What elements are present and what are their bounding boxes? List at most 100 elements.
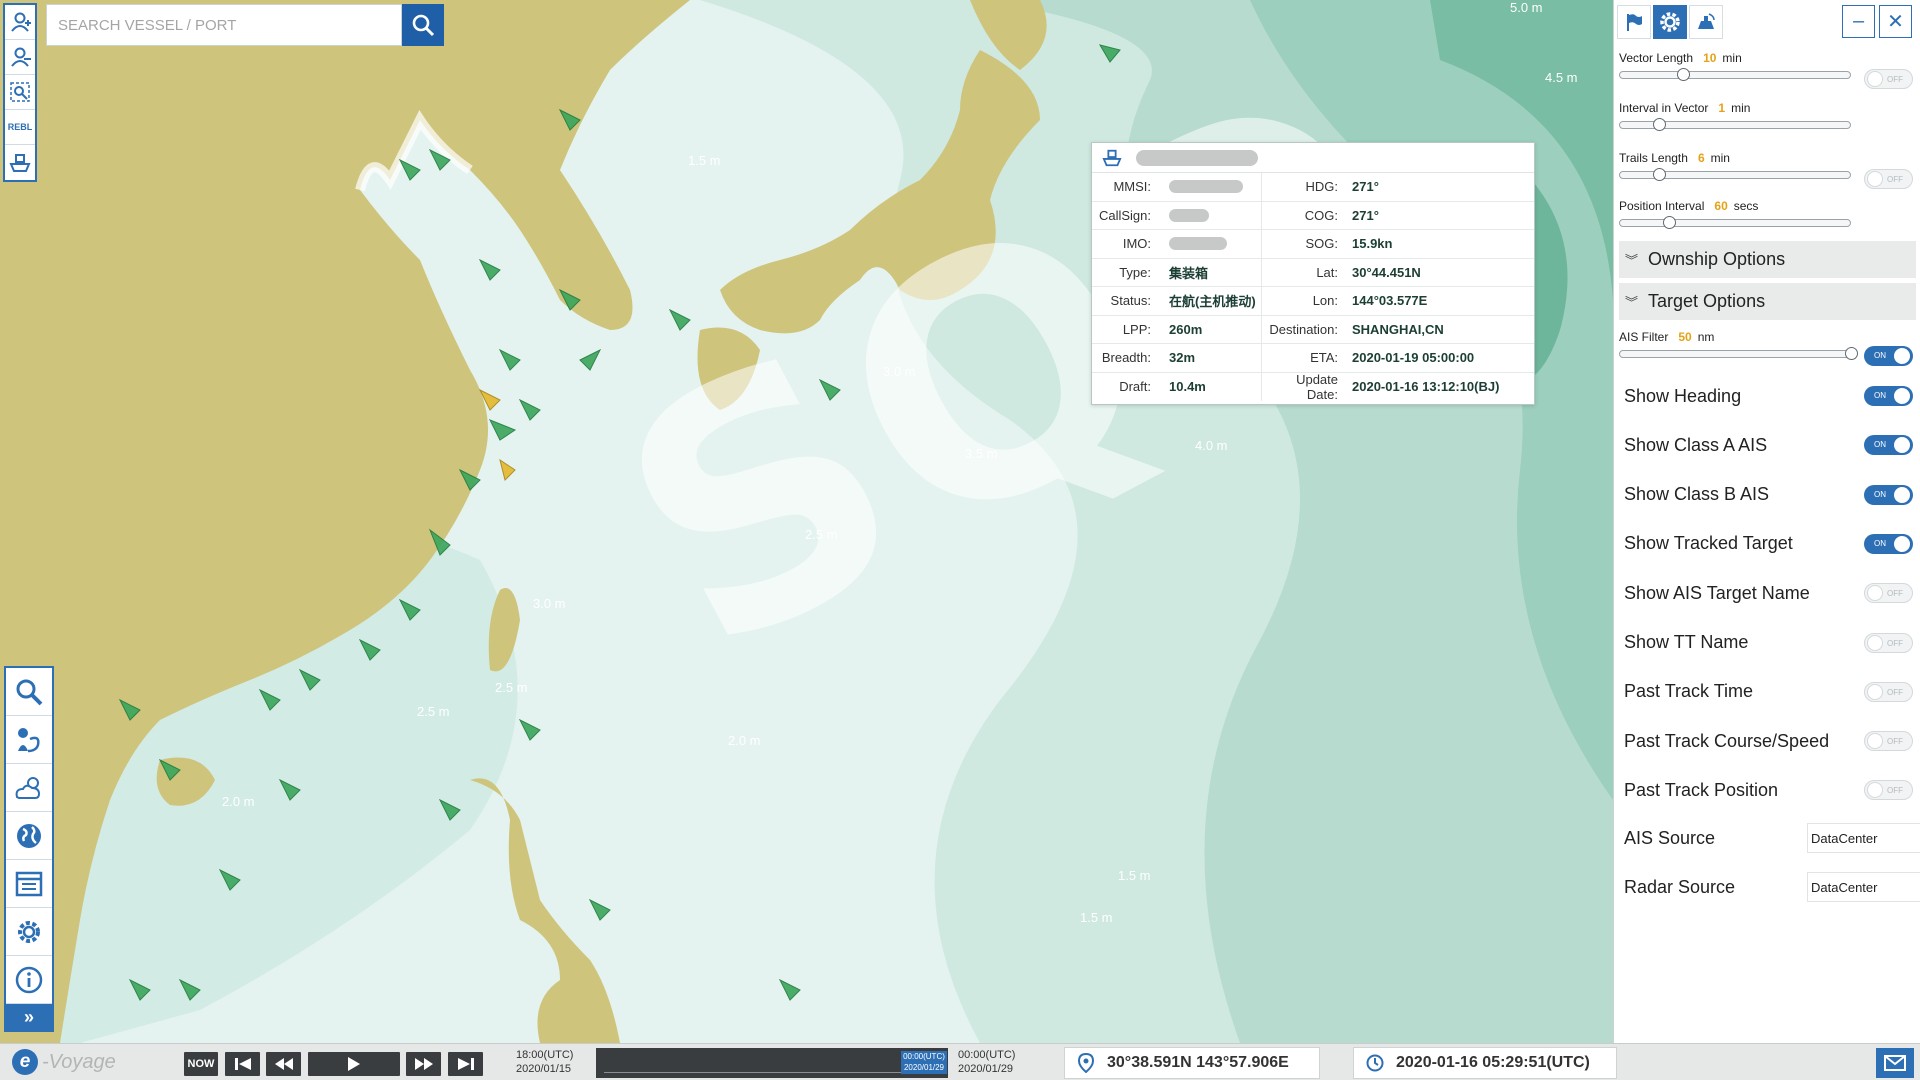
depth-label: 1.5 m (1118, 868, 1151, 883)
depth-label: 5.0 m (1510, 0, 1543, 15)
depth-label: 2.0 m (222, 794, 255, 809)
settings-icon (18, 920, 40, 943)
depth-label: 1.5 m (688, 153, 721, 168)
vessel-name-redacted (1136, 149, 1258, 166)
brand-name: -Voyage (42, 1050, 116, 1073)
chevron-down-icon: ︾ (1625, 253, 1639, 268)
slider-thumb[interactable] (1653, 118, 1666, 131)
slider-label: Position Interval (1619, 199, 1705, 213)
skip-start-button[interactable] (225, 1052, 260, 1076)
route-tool[interactable] (6, 716, 52, 764)
slider-thumb[interactable] (1663, 216, 1676, 229)
slider-track[interactable] (1619, 68, 1851, 81)
option-toggle[interactable]: OFF (1864, 583, 1913, 604)
slider-track[interactable] (1619, 347, 1858, 360)
popup-row: Status: 在航(主机推动) Lon: 144°03.577E (1092, 287, 1534, 316)
field-value-cell: 260m (1155, 315, 1262, 343)
info-tool[interactable] (6, 956, 52, 1004)
timeline-track[interactable]: 00:00(UTC) 2020/01/29 (596, 1048, 948, 1078)
slider-toggle[interactable]: OFF (1864, 169, 1913, 189)
chart-map[interactable]: SQD 5.0 m 4.5 m 1.5 m 3.0 m 3.5 m 4.0 m … (0, 0, 1613, 1043)
search-input[interactable] (47, 5, 401, 45)
depth-label: 4.0 m (1195, 438, 1228, 453)
weather-tool[interactable] (6, 764, 52, 812)
play-button[interactable] (308, 1052, 400, 1076)
minimize-button[interactable]: – (1842, 5, 1875, 38)
option-row: Show Tracked Target ON (1624, 529, 1916, 559)
popup-row: Breadth: 32m ETA: 2020-01-19 05:00:00 (1092, 344, 1534, 373)
source-select[interactable]: DataCenter (1807, 823, 1920, 853)
tab-flag[interactable] (1617, 5, 1651, 39)
popup-row: CallSign: COG: 271° (1092, 201, 1534, 230)
search-icon (412, 14, 435, 37)
ship-tool[interactable] (5, 145, 35, 180)
skip-end-button[interactable] (448, 1052, 483, 1076)
now-button[interactable]: NOW (184, 1052, 218, 1076)
depth-label: 2.5 m (417, 704, 450, 719)
depth-label: 2.0 m (728, 733, 761, 748)
slider-unit: min (1710, 151, 1730, 165)
field-value: 30°44.451N (1352, 264, 1421, 280)
option-label: Show Tracked Target (1624, 533, 1793, 554)
fast-forward-button[interactable] (406, 1052, 441, 1076)
fast-forward-icon (414, 1058, 433, 1070)
slider-track[interactable] (1619, 216, 1851, 229)
option-toggle[interactable]: ON (1864, 386, 1913, 406)
expand-button[interactable]: » (6, 1004, 52, 1030)
source-label: AIS Source (1624, 827, 1716, 848)
slider-thumb[interactable] (1653, 168, 1666, 181)
tab-settings[interactable] (1653, 5, 1687, 39)
layout-tool[interactable] (6, 860, 52, 908)
option-row: Show Class B AIS ON (1624, 480, 1916, 510)
slider-thumb[interactable] (1845, 347, 1858, 360)
timeline-start: 18:00(UTC) 2020/01/15 (516, 1049, 574, 1075)
settings-tool[interactable] (6, 908, 52, 956)
option-toggle[interactable]: ON (1864, 533, 1913, 554)
field-value-cell: 32m (1155, 344, 1262, 372)
option-toggle[interactable]: OFF (1864, 780, 1913, 801)
close-button[interactable]: ✕ (1879, 5, 1912, 38)
rewind-button[interactable] (266, 1052, 301, 1076)
slider-unit: min (1722, 51, 1742, 65)
field-value: 32m (1169, 350, 1196, 366)
option-toggle[interactable]: ON (1864, 435, 1913, 456)
message-button[interactable] (1876, 1048, 1914, 1078)
field-label: Lon: (1312, 293, 1338, 309)
remove-user-tool[interactable] (5, 40, 35, 75)
vessel-info-popup: MMSI: HDG: 271° CallSign: COG: 271° IMO: SOG: 15… (1091, 142, 1535, 405)
clock-readout: 2020-01-16 05:29:51(UTC) (1396, 1054, 1590, 1071)
option-toggle[interactable]: ON (1864, 484, 1913, 505)
option-row: Past Track Course/Speed OFF (1624, 726, 1916, 756)
mail-icon (1884, 1055, 1906, 1071)
globe-tool[interactable] (6, 812, 52, 860)
ais-filter-slider: AIS Filter 50 nm ON (1619, 330, 1919, 366)
option-toggle[interactable]: OFF (1864, 632, 1913, 653)
slider-toggle[interactable]: OFF (1864, 69, 1913, 89)
section-label: Ownship Options (1648, 249, 1786, 269)
gear-icon (1660, 12, 1680, 32)
area-search-tool[interactable] (5, 75, 35, 110)
globe-icon (17, 823, 41, 848)
field-label: COG: (1304, 207, 1338, 223)
ais-filter-toggle[interactable]: ON (1864, 346, 1913, 366)
source-select[interactable]: DataCenter (1807, 872, 1920, 902)
slider-thumb[interactable] (1677, 68, 1690, 81)
field-value: 集装箱 (1169, 265, 1209, 281)
slider-value: 10 (1703, 51, 1717, 65)
ship-icon (9, 153, 31, 172)
add-user-tool[interactable] (5, 5, 35, 40)
position-readout: 30°38.591N 143°57.906E (1107, 1054, 1289, 1071)
rebl-tool[interactable]: REBL (5, 110, 35, 145)
clock: 2020-01-16 05:29:51(UTC) (1353, 1047, 1617, 1079)
tab-radar[interactable] (1689, 5, 1723, 39)
slider-track[interactable] (1619, 168, 1851, 181)
option-toggle[interactable]: OFF (1864, 681, 1913, 702)
ownship-options-section[interactable]: ︾ Ownship Options (1619, 241, 1916, 278)
timeline-marker[interactable]: 00:00(UTC) 2020/01/29 (901, 1051, 947, 1074)
redacted-value (1169, 180, 1243, 194)
slider-track[interactable] (1619, 118, 1851, 131)
search-tool[interactable] (6, 668, 52, 716)
option-toggle[interactable]: OFF (1864, 731, 1913, 752)
target-options-section[interactable]: ︾ Target Options (1619, 283, 1916, 320)
search-button[interactable] (402, 4, 444, 46)
